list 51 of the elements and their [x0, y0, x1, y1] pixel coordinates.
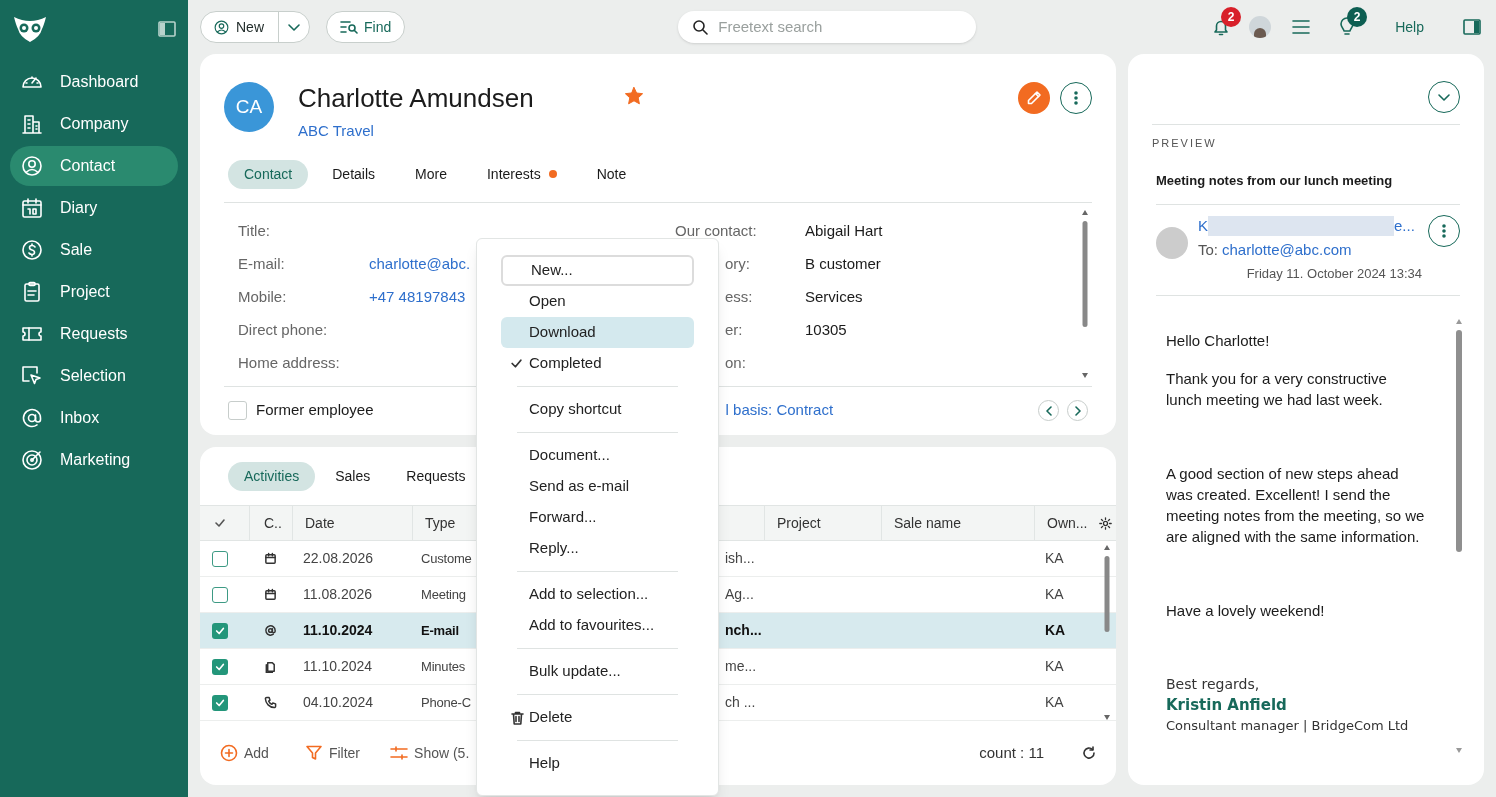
table-cell: ch ... — [725, 694, 756, 710]
closing-text: Best regards, — [1166, 675, 1261, 694]
signature-name: Kristin Anfield — [1166, 695, 1288, 716]
field-label: E-mail: — [238, 253, 286, 274]
field-value: Abigail Hart — [805, 220, 883, 241]
field-label: Direct phone: — [238, 320, 329, 341]
table-cell: KA — [1045, 694, 1064, 710]
table-cell: 11.08.2026 — [303, 586, 373, 602]
table-cell: me... — [725, 658, 757, 674]
table-cell: nch... — [725, 622, 762, 638]
field-label: Title: — [238, 220, 271, 241]
email-paragraph: Hello Charlotte! — [1166, 331, 1271, 351]
table-cell: 22.08.2026 — [303, 550, 374, 566]
table-cell: Meeting — [421, 586, 466, 602]
email-paragraph: Thank you for a very constructive lunch meeting we had last week. — [1166, 369, 1388, 410]
table-cell: E-mail — [421, 622, 459, 638]
field-label: er: — [724, 320, 744, 341]
table-cell: 11.10.2024 — [303, 658, 373, 674]
field-label: Mobile: — [238, 286, 288, 307]
field-label: ess: — [724, 286, 754, 307]
field-label: ory: — [724, 253, 751, 274]
field-label: Our contact: — [675, 220, 758, 241]
table-cell: ish... — [725, 550, 755, 566]
field-label: on: — [724, 353, 747, 374]
count-badge: 2 — [1347, 7, 1368, 27]
count-badge: 2 — [1221, 7, 1242, 27]
table-cell: 11.10.2024 — [303, 622, 373, 638]
email-paragraph: A good section of new steps ahead was created. Excellent! I send the meeting notes from the meeting, so we are aligned with the same information. — [1166, 464, 1426, 547]
count-label: count : 11 — [979, 742, 1044, 763]
table-cell: KA — [1045, 550, 1064, 566]
contact-name: Charlotte Amundsen — [298, 82, 534, 114]
table-cell: KA — [1045, 658, 1064, 674]
checkbox-label: Former employee — [256, 400, 374, 421]
section-heading: PREVIEW — [1152, 136, 1218, 151]
to-label: To: — [1198, 240, 1218, 260]
table-cell: KA — [1045, 622, 1066, 638]
field-value: Services — [805, 286, 863, 307]
field-value: B customer — [805, 253, 881, 274]
contact-avatar: CA — [224, 82, 274, 132]
field-label: Home address: — [238, 353, 341, 374]
field-value: 10305 — [805, 320, 847, 341]
table-cell: KA — [1045, 586, 1064, 602]
table-cell: Ag... — [725, 586, 754, 602]
email-paragraph: Have a lovely weekend! — [1166, 601, 1326, 621]
signature-title: Consultant manager | BridgeCom Ltd — [1166, 717, 1410, 735]
table-cell: Custome — [421, 550, 472, 566]
email-date: Friday 11. October 2024 13:34 — [1246, 264, 1422, 283]
email-subject: Meeting notes from our lunch meeting — [1156, 171, 1394, 190]
table-cell: Minutes — [421, 658, 466, 674]
table-cell: Phone-C — [421, 694, 471, 710]
table-cell: 04.10.2024 — [303, 694, 374, 710]
